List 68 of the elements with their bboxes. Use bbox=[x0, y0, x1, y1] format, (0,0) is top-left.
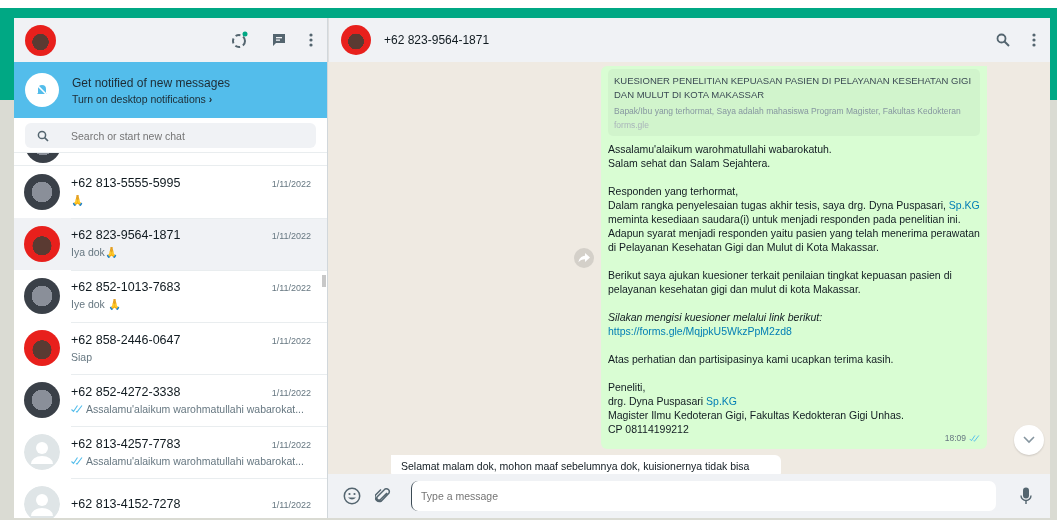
emoji-icon[interactable] bbox=[343, 487, 361, 505]
menu-icon[interactable] bbox=[309, 33, 313, 47]
link-preview-title: KUESIONER PENELITIAN KEPUASAN PASIEN DI PELAYANAN KESEHATAN GIGI DAN MULUT DI KOTA MAKASSAR bbox=[614, 74, 973, 102]
chat-list-item[interactable]: +62 823-9564-1871 1/11/2022 Iya dok🙏 bbox=[14, 218, 327, 270]
link[interactable]: Sp.KG bbox=[706, 395, 737, 407]
profile-photo-placeholder[interactable] bbox=[25, 24, 56, 56]
chat-icon[interactable] bbox=[271, 32, 287, 48]
message-preview: Assalamu'alaikum warohmatullahi wabarokat... bbox=[86, 402, 304, 415]
contact-photo-placeholder[interactable] bbox=[341, 25, 371, 55]
contact-name: +62 852-1013-7683 bbox=[71, 280, 181, 294]
scrollbar[interactable] bbox=[322, 275, 326, 287]
link-preview-domain: forms.gle bbox=[614, 119, 650, 132]
contact-name: +62 823-9564-1871 bbox=[71, 228, 181, 242]
message-date: 1/11/2022 bbox=[271, 179, 311, 189]
message-date: 1/11/2022 bbox=[271, 231, 311, 241]
message-text: Selamat malam dok, mohon maaf sebelumnya dok, kuisionernya tidak bisa bbox=[401, 460, 750, 472]
contact-name: +62 813-4152-7278 bbox=[71, 496, 181, 511]
chat-list-item[interactable]: +62 858-2446-0647 1/11/2022 Siap bbox=[14, 322, 327, 374]
search-icon[interactable] bbox=[996, 33, 1010, 47]
chat-list-item[interactable]: +62 813-4152-7278 1/11/2022 bbox=[14, 478, 327, 518]
microphone-icon[interactable] bbox=[1020, 487, 1032, 505]
message-paragraph: Silakan mengisi kuesioner melalui link berikut: https://forms.gle/MqjpkU5WkzPpM2zd8 bbox=[608, 310, 824, 338]
contact-name: +62 813-4257-7783 bbox=[71, 436, 181, 451]
message-paragraph: Peneliti, drg. Dyna Puspasari Sp.KG Magister Ilmu Kedoteran Gigi, Fakultas Kedokteran Gigi Unhas. CP 08114199212 bbox=[608, 380, 905, 436]
message-date: 1/11/2022 bbox=[271, 439, 311, 450]
message-preview: 🙏 bbox=[71, 194, 84, 207]
search-icon bbox=[37, 130, 49, 142]
photo-placeholder bbox=[24, 330, 60, 366]
message-preview: Assalamu'alaikum warohmatullahi wabarokat... bbox=[86, 454, 304, 467]
person-silhouette-icon bbox=[24, 434, 60, 470]
photo-placeholder bbox=[24, 226, 60, 262]
message-paragraph: Atas perhatian dan partisipasinya kami ucapkan terima kasih. bbox=[608, 352, 895, 366]
chevron-down-icon bbox=[1023, 436, 1035, 444]
chat-list-item[interactable]: +62 852-4272-3338 1/11/2022 Assalamu'alaikum warohmatullahi wabarokat... bbox=[14, 374, 327, 426]
chat-list-item[interactable]: +62 813-4257-7783 1/11/2022 Assalamu'alaikum warohmatullahi wabarokat... bbox=[14, 426, 327, 478]
link-preview-description: Bapak/Ibu yang terhormat, Saya adalah mahasiswa Program Magister, Fakultas Kedokteran bbox=[614, 105, 962, 118]
message-paragraph: Berikut saya ajukan kuesioner terkait penilaian tingkat kepuasan pasien di pelayanan kesehatan gigi dan mulut di kota Makassar. bbox=[608, 268, 953, 296]
message-time: 18:09 bbox=[944, 432, 966, 445]
banner-title: Get notified of new messages bbox=[72, 75, 231, 90]
message-paragraph: Responden yang terhormat, Dalam rangka penyelesaian tugas akhir tesis, saya drg. Dyna Puspasari, Sp.KG meminta kesediaan saudara(i) untuk menjadi responden pada penelitian ini. Adapun syarat menjadi responden yaitu pasien yang telah menerima perawatan di Pelayanan Kesehatan Gigi dan Mulut di Kota Makassar. bbox=[608, 184, 980, 254]
message-input-field[interactable]: Type a message bbox=[411, 481, 996, 511]
message-date: 1/11/2022 bbox=[271, 499, 311, 510]
notification-banner[interactable]: Get notified of new messages Turn on desktop notifications › bbox=[14, 62, 327, 118]
contact-name[interactable]: +62 823-9564-1871 bbox=[384, 33, 490, 47]
contact-name: +62 858-2446-0647 bbox=[71, 332, 181, 347]
contact-name: +62 852-4272-3338 bbox=[71, 384, 181, 399]
message-preview: Iye dok 🙏 bbox=[71, 298, 121, 311]
status-icon[interactable] bbox=[231, 31, 249, 49]
photo-placeholder bbox=[24, 174, 60, 210]
contact-name: +62 813-5555-5995 bbox=[71, 176, 181, 190]
paperclip-icon[interactable] bbox=[375, 487, 391, 505]
chat-list-item[interactable]: +62 813-5555-5995 1/11/2022 🙏 bbox=[14, 166, 327, 218]
chat-list-item[interactable]: +62 852-1013-7683 1/11/2022 Iye dok 🙏 bbox=[14, 270, 327, 322]
message-preview: Iya dok🙏 bbox=[71, 246, 118, 259]
link[interactable]: https://forms.gle/MqjpkU5WkzPpM2zd8 bbox=[608, 325, 792, 337]
link-preview[interactable]: KUESIONER PENELITIAN KEPUASAN PASIEN DI PELAYANAN KESEHATAN GIGI DAN MULUT DI KOTA MAKASSAR Bapak/Ibu yang terhormat, Saya adalah mahasiswa Program Magister, Fakultas Kedokteran forms.gle bbox=[608, 69, 980, 136]
banner-link[interactable]: Turn on desktop notifications › bbox=[72, 92, 231, 105]
photo-placeholder bbox=[24, 382, 60, 418]
search-field[interactable]: Search or start new chat bbox=[25, 123, 316, 148]
link[interactable]: Sp.KG bbox=[948, 199, 980, 211]
photo-placeholder bbox=[24, 278, 60, 314]
message-paragraph: Assalamu'alaikum warohmatullahi wabarokatuh. Salam sehat dan Salam Sejahtera. bbox=[608, 142, 833, 170]
muted-bell-icon bbox=[25, 73, 59, 107]
message-preview: Siap bbox=[71, 350, 92, 363]
message-date: 1/11/2022 bbox=[271, 335, 311, 346]
menu-icon[interactable] bbox=[1032, 33, 1036, 47]
message-date: 1/11/2022 bbox=[271, 283, 311, 293]
message-date: 1/11/2022 bbox=[271, 387, 311, 398]
